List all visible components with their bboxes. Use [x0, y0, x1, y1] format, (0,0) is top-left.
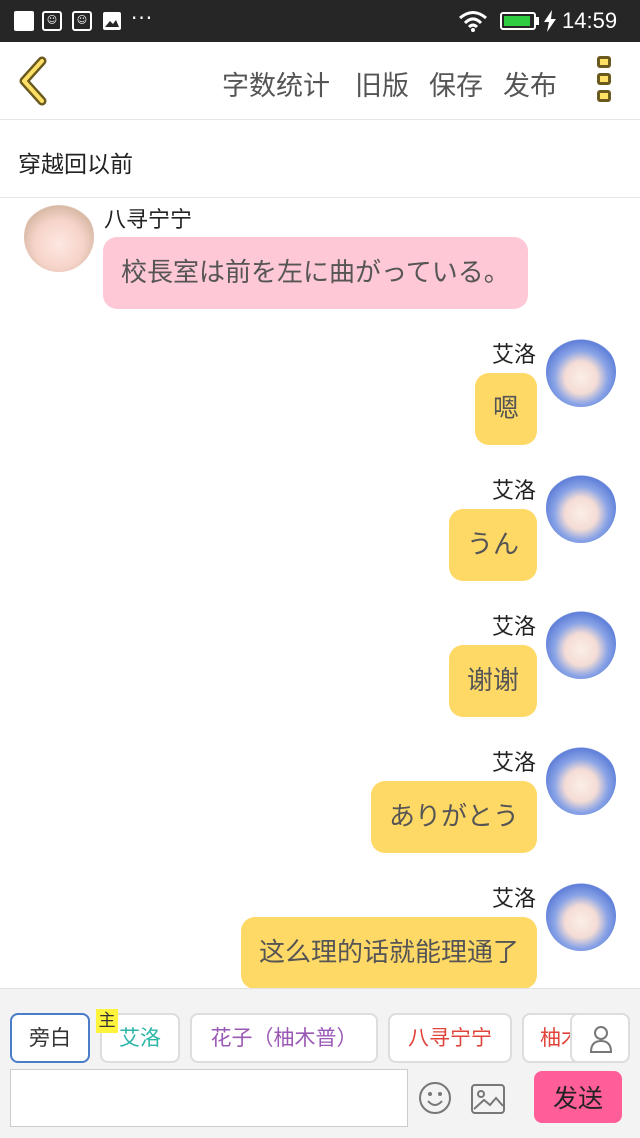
square-icon	[14, 11, 34, 31]
old-version-button[interactable]: 旧版	[355, 64, 409, 103]
app-icon: ☺	[42, 11, 62, 31]
message-bubble[interactable]: うん	[448, 509, 537, 581]
avatar-nene[interactable]	[24, 202, 94, 272]
image-icon	[103, 12, 121, 30]
message-bubble[interactable]: 校長室は前を左に曲がっている。	[103, 237, 528, 309]
status-bar: ☺ ☺ ··· 14:59	[0, 0, 640, 42]
story-title-row[interactable]: 穿越回以前	[0, 121, 640, 198]
story-title: 穿越回以前	[18, 152, 133, 178]
word-count-button[interactable]: 字数统计	[222, 64, 330, 103]
publish-button[interactable]: 发布	[503, 64, 557, 103]
message-sender: 八寻宁宁	[104, 208, 193, 233]
message-sender: 艾洛	[491, 751, 536, 776]
avatar-ailuo[interactable]	[546, 473, 616, 543]
more-notifications: ···	[131, 6, 154, 30]
message-sender: 艾洛	[491, 615, 536, 640]
avatar-ailuo[interactable]	[546, 745, 616, 815]
compose-bar: 旁白 艾洛 主 花子（柚木普） 八寻宁宁 柚木 发送	[0, 988, 640, 1138]
more-menu-icon[interactable]	[594, 56, 614, 108]
message-bubble[interactable]: 嗯	[474, 373, 537, 445]
chat-area[interactable]: 八寻宁宁 校長室は前を左に曲がっている。 艾洛 嗯 艾洛 うん 艾洛 谢谢 艾洛…	[0, 198, 640, 988]
message-sender: 艾洛	[491, 479, 536, 504]
message-bubble[interactable]: 谢谢	[448, 645, 537, 717]
avatar-ailuo[interactable]	[546, 337, 616, 407]
role-chip-nene[interactable]: 八寻宁宁	[388, 1013, 512, 1063]
back-chevron-icon[interactable]	[14, 56, 54, 106]
avatar-ailuo[interactable]	[546, 609, 616, 679]
battery-icon	[500, 12, 536, 30]
clock: 14:59	[562, 8, 618, 33]
role-chip-narration[interactable]: 旁白	[10, 1013, 90, 1063]
message-input[interactable]	[10, 1069, 408, 1127]
save-button[interactable]: 保存	[429, 64, 483, 103]
send-button[interactable]: 发送	[534, 1071, 622, 1123]
master-tag: 主	[96, 1009, 118, 1033]
message-sender: 艾洛	[491, 343, 536, 368]
avatar-ailuo[interactable]	[546, 881, 616, 951]
charging-icon	[544, 10, 556, 32]
message-sender: 艾洛	[491, 887, 536, 912]
message-bubble[interactable]: ありがとう	[370, 781, 537, 853]
toolbar: 字数统计 旧版 保存 发布	[0, 42, 640, 120]
image-icon[interactable]	[470, 1083, 506, 1115]
wifi-icon	[459, 11, 487, 32]
emoji-icon[interactable]	[418, 1081, 452, 1115]
role-chip-hanako[interactable]: 花子（柚木普）	[190, 1013, 378, 1063]
app-icon: ☺	[72, 11, 92, 31]
message-bubble[interactable]: 这么理的话就能理通了	[240, 917, 537, 988]
user-icon[interactable]	[570, 1013, 630, 1063]
